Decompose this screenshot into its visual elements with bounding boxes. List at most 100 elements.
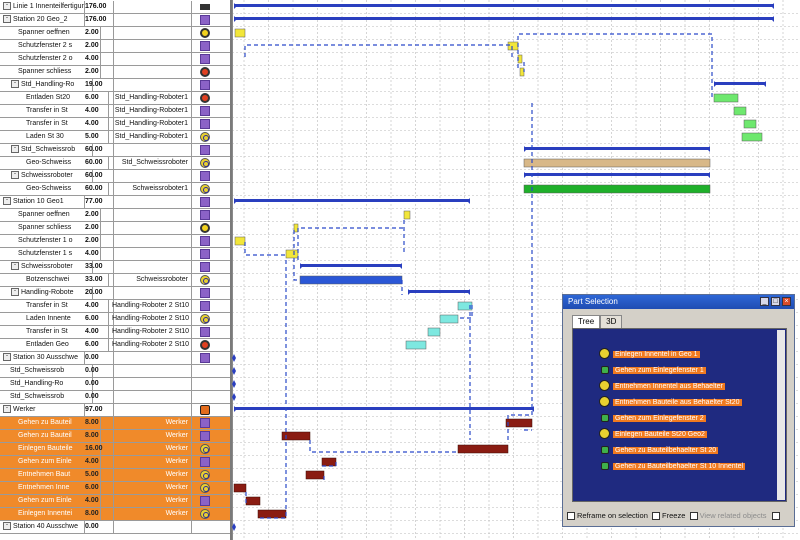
table-row[interactable]: - Linie 1 Innenteilfertigun 176.00: [0, 1, 230, 14]
summary-bar-start[interactable]: [234, 198, 237, 204]
table-row[interactable]: - Schweissroboter 33.00: [0, 261, 230, 274]
task-bar[interactable]: [505, 418, 533, 428]
checkbox-icon[interactable]: [771, 512, 780, 521]
task-name-cell[interactable]: Std_Schweissrob: [0, 391, 93, 403]
task-bar[interactable]: [293, 223, 299, 233]
table-row[interactable]: Std_Schweissrob 0.00: [0, 391, 230, 404]
summary-bar[interactable]: [234, 407, 534, 410]
list-item[interactable]: Gehen zu Bauteilbehaelter St 20: [601, 445, 719, 456]
table-row[interactable]: Laden St 30 5.00 Std_Handling-Roboter1: [0, 131, 230, 144]
task-name-cell[interactable]: - Station 10 Geo1: [0, 196, 85, 208]
table-row[interactable]: Spanner oeffnen 2.00: [0, 209, 230, 222]
task-bar[interactable]: [321, 457, 337, 467]
list-item[interactable]: Einlegen Innentel in Geo 1: [599, 348, 700, 360]
task-name-cell[interactable]: - Std_Handling-Ro: [0, 79, 93, 91]
tab-tree[interactable]: Tree: [572, 315, 601, 328]
table-row[interactable]: Schutzfenster 2 s 2.00: [0, 40, 230, 53]
task-name-cell[interactable]: - Schweissroboter: [0, 170, 93, 182]
summary-bar-start[interactable]: [524, 172, 527, 178]
task-bar[interactable]: [285, 249, 299, 259]
table-row[interactable]: Spanner schliess 2.00: [0, 222, 230, 235]
table-row[interactable]: Transfer in St 4.00 Std_Handling-Roboter1: [0, 118, 230, 131]
table-row[interactable]: - Std_Handling-Ro 19.00: [0, 79, 230, 92]
task-name-cell[interactable]: Std_Schweissrob: [0, 365, 93, 377]
task-bar[interactable]: [439, 314, 459, 324]
table-row[interactable]: Transfer in St 4.00 Handling-Roboter 2 St1…: [0, 326, 230, 339]
table-row[interactable]: - Handling-Robote 20.00: [0, 287, 230, 300]
summary-bar-end[interactable]: [399, 263, 402, 269]
task-name-cell[interactable]: - Schweissroboter: [0, 261, 93, 273]
close-icon[interactable]: ×: [782, 297, 791, 306]
table-row[interactable]: Geo-Schweiss 60.00 Schweissroboter1: [0, 183, 230, 196]
task-bar[interactable]: [299, 275, 403, 285]
table-row[interactable]: - Station 10 Geo1 77.00: [0, 196, 230, 209]
summary-bar-end[interactable]: [707, 146, 710, 152]
summary-bar[interactable]: [300, 264, 402, 267]
task-bar[interactable]: [427, 327, 441, 337]
summary-bar-start[interactable]: [300, 263, 303, 269]
summary-bar-start[interactable]: [408, 289, 411, 295]
task-bar[interactable]: [741, 132, 763, 142]
scrollbar[interactable]: [777, 330, 785, 500]
summary-bar-start[interactable]: [234, 406, 237, 412]
table-row[interactable]: Botzenschwei 33.00 Schweissroboter: [0, 274, 230, 287]
minimize-icon[interactable]: _: [760, 297, 769, 306]
list-item[interactable]: Gehen zum Einlegefenster 2: [601, 413, 706, 424]
task-bar[interactable]: [305, 470, 325, 480]
task-name-cell[interactable]: - Linie 1 Innenteilfertigun: [0, 1, 85, 13]
table-row[interactable]: Entnehmen Baut 5.00 Werker: [0, 469, 230, 482]
summary-bar-start[interactable]: [714, 81, 717, 87]
reframe-checkbox[interactable]: Reframe on selection: [567, 511, 648, 521]
summary-bar[interactable]: [714, 82, 766, 85]
task-name-cell[interactable]: - Werker: [0, 404, 85, 416]
summary-bar-end[interactable]: [771, 16, 774, 22]
table-row[interactable]: Laden Innente 6.00 Handling-Roboter 2 St10: [0, 313, 230, 326]
summary-bar[interactable]: [524, 173, 710, 176]
expand-icon[interactable]: -: [3, 405, 11, 414]
expand-icon[interactable]: -: [11, 171, 19, 180]
summary-bar-end[interactable]: [707, 172, 710, 178]
part-list[interactable]: Einlegen Innentel in Geo 1 Gehen zum Einl…: [572, 328, 787, 502]
expand-icon[interactable]: -: [11, 145, 19, 154]
expand-icon[interactable]: -: [3, 353, 11, 362]
table-row[interactable]: Std_Handling-Ro 0.00: [0, 378, 230, 391]
table-row[interactable]: Geo-Schweiss 60.00 Std_Schweissroboter: [0, 157, 230, 170]
task-bar[interactable]: [743, 119, 757, 129]
table-row[interactable]: Gehen zum Einle 4.00 Werker: [0, 495, 230, 508]
task-bar[interactable]: [257, 509, 287, 519]
table-row[interactable]: - Station 40 Ausschwe 0.00: [0, 521, 230, 534]
task-bar[interactable]: [233, 483, 247, 493]
table-row[interactable]: Transfer in St 4.00 Handling-Roboter 2 St1…: [0, 300, 230, 313]
table-row[interactable]: Spanner oeffnen 2.00: [0, 27, 230, 40]
table-row[interactable]: Schutzfenster 1 o 2.00: [0, 235, 230, 248]
task-bar[interactable]: [523, 158, 711, 168]
task-name-cell[interactable]: - Std_Schweissrob: [0, 144, 93, 156]
list-item[interactable]: Gehen zu Bauteilbehaelter St 10 Innentel: [601, 461, 746, 472]
summary-bar[interactable]: [234, 199, 470, 202]
window-titlebar[interactable]: Part Selection _ □ ×: [563, 295, 794, 309]
table-row[interactable]: Gehen zu Bauteil 8.00 Werker: [0, 430, 230, 443]
task-bar[interactable]: [403, 210, 411, 220]
table-row[interactable]: Schutzfenster 1 s 4.00: [0, 248, 230, 261]
table-row[interactable]: Spanner schliess 2.00: [0, 66, 230, 79]
expand-icon[interactable]: -: [11, 80, 19, 89]
table-row[interactable]: - Schweissroboter 60.00: [0, 170, 230, 183]
task-bar[interactable]: [234, 236, 246, 246]
list-item[interactable]: Gehen zum Einlegefenster 1: [601, 365, 706, 376]
expand-icon[interactable]: -: [11, 262, 19, 271]
summary-bar-start[interactable]: [234, 3, 237, 9]
table-row[interactable]: Schutzfenster 2 o 4.00: [0, 53, 230, 66]
task-bar[interactable]: [507, 41, 519, 51]
summary-bar[interactable]: [234, 4, 774, 7]
task-bar[interactable]: [234, 28, 246, 38]
task-bar[interactable]: [733, 106, 747, 116]
table-row[interactable]: Gehen zu Bauteil 8.00 Werker: [0, 417, 230, 430]
task-name-cell[interactable]: - Station 40 Ausschwe: [0, 521, 85, 533]
tab-3d[interactable]: 3D: [600, 315, 623, 328]
task-bar[interactable]: [405, 340, 427, 350]
freeze-checkbox[interactable]: Freeze: [652, 511, 685, 521]
table-row[interactable]: Entnehmen Inne 6.00 Werker: [0, 482, 230, 495]
summary-bar[interactable]: [408, 290, 470, 293]
task-name-cell[interactable]: - Station 30 Ausschwe: [0, 352, 85, 364]
table-row[interactable]: Gehen zum Einle 4.00 Werker: [0, 456, 230, 469]
